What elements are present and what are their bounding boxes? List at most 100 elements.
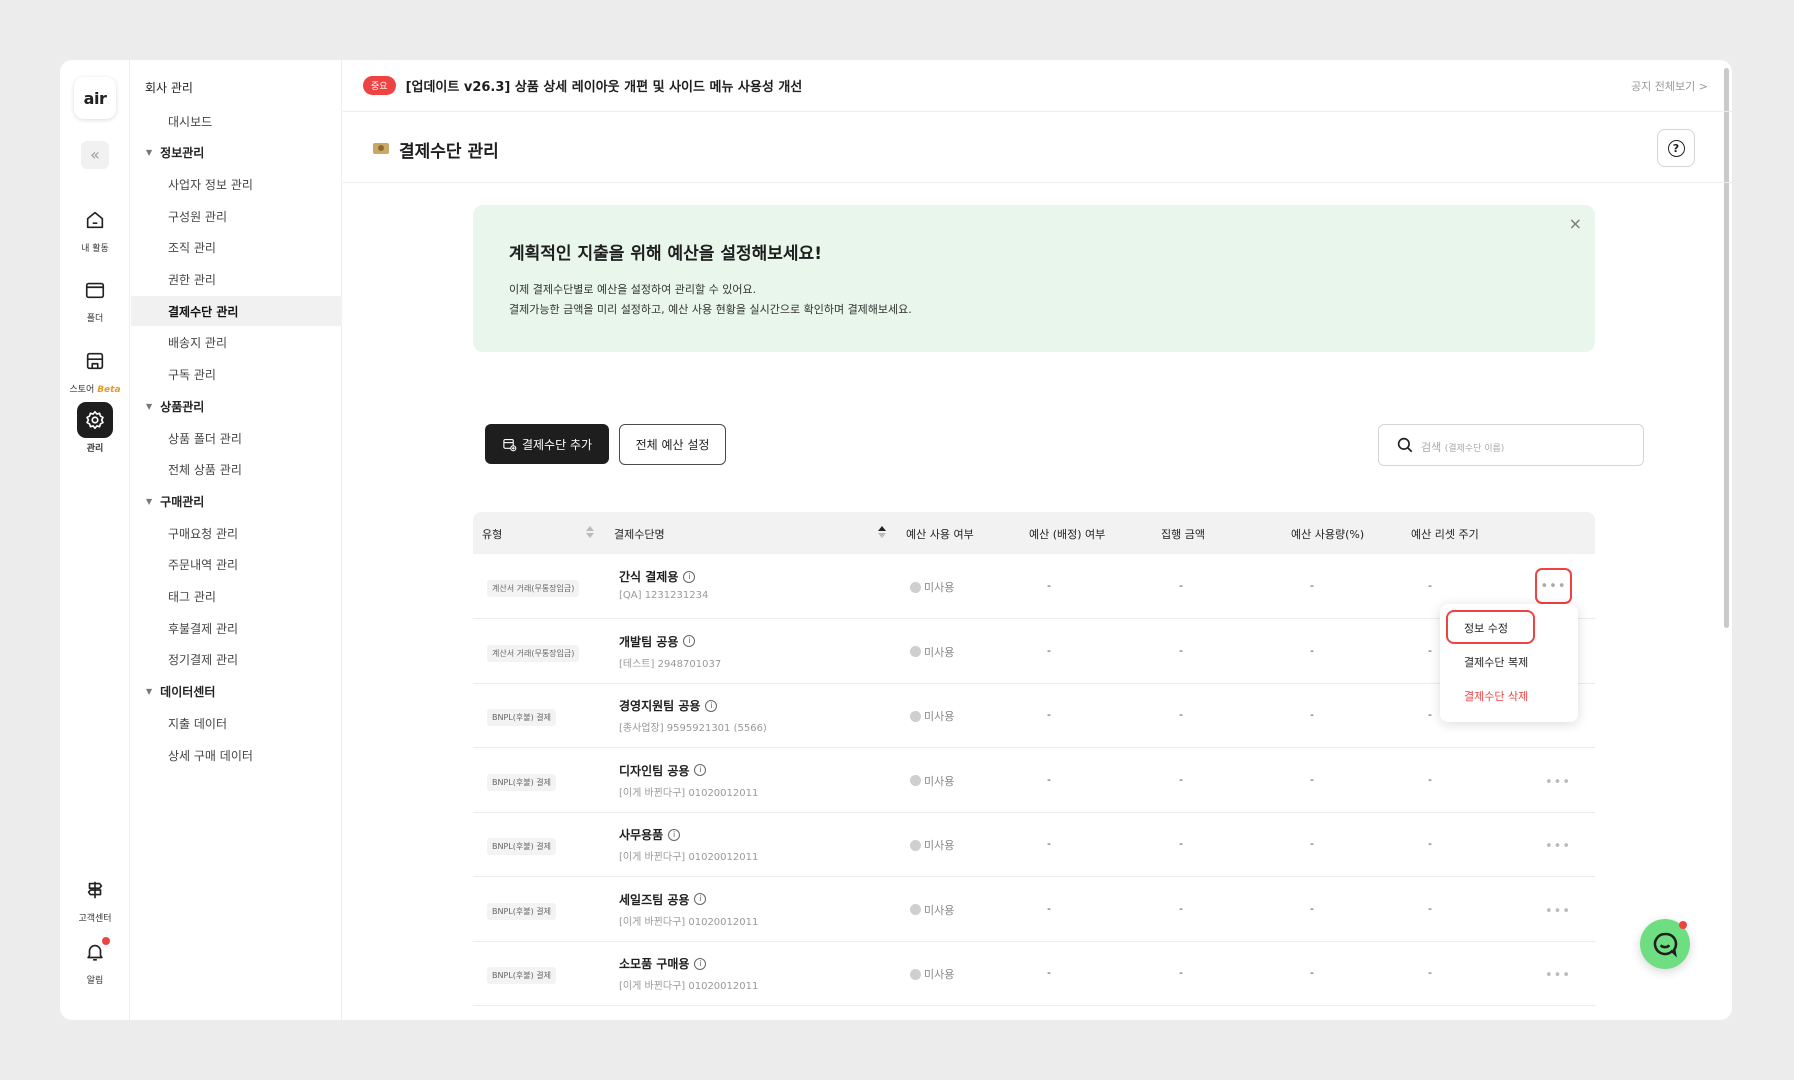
sidebar-item[interactable]: 결제수단 관리 <box>131 296 342 327</box>
rail-item-help-center[interactable]: 고객센터 <box>60 872 130 924</box>
sidebar-item-label: 구매관리 <box>160 494 205 509</box>
type-badge: 계산서 거래(무통장입금) <box>487 644 580 662</box>
cell-usage: - <box>1310 579 1314 592</box>
sidebar-item[interactable]: 전체 상품 관리 <box>131 455 342 485</box>
info-icon[interactable]: i <box>694 764 707 776</box>
budget-use-status: 미사용 <box>910 902 954 918</box>
notice-bar[interactable]: 중요 [업데이트 v26.3] 상품 상세 레이아웃 개편 및 사이드 메뉴 사… <box>343 60 1732 112</box>
table-row[interactable]: BNPL(후불) 결제 소모품 구매용 i [이게 바뀐다구] 01020012011… <box>473 941 1595 1006</box>
info-icon[interactable]: i <box>683 570 696 583</box>
sidebar-item[interactable]: 후불결제 관리 <box>131 613 342 643</box>
chat-button[interactable] <box>1640 919 1690 969</box>
cell-reset: - <box>1428 901 1432 915</box>
icon-rail: air « 내 활동 폴더 스토어 Beta 관리 고객센터 알림 <box>60 60 130 1020</box>
sidebar-item[interactable]: 배송지 관리 <box>131 328 342 358</box>
sidebar-item-label: 상세 구매 데이터 <box>168 748 253 763</box>
sidebar-item-label: 구매요청 관리 <box>168 526 239 541</box>
status-dot <box>910 646 921 657</box>
banner-text: 이제 결제수단별로 예산을 설정하여 관리할 수 있어요. <box>509 283 757 296</box>
payment-name: 디자인팀 공용 i <box>619 762 707 779</box>
page-title: 결제수단 관리 <box>399 142 499 162</box>
more-actions-icon[interactable]: ••• <box>1545 905 1571 918</box>
cell-amount: - <box>1179 579 1183 592</box>
status-dot <box>910 968 921 980</box>
rail-item-my-activity[interactable]: 내 활동 <box>60 202 130 254</box>
rail-item-store[interactable]: 스토어 Beta <box>60 343 130 395</box>
budget-use-status: 미사용 <box>910 579 954 595</box>
sidebar-item[interactable]: 대시보드 <box>131 106 342 136</box>
info-icon[interactable]: i <box>694 893 707 905</box>
info-icon[interactable]: i <box>683 635 696 647</box>
column-header-type: 유형 <box>482 528 503 541</box>
search-input[interactable]: 검색 (결제수단 이름) <box>1378 424 1644 466</box>
collapse-sidebar-icon[interactable]: « <box>81 141 109 169</box>
sidebar-item[interactable]: 구성원 관리 <box>131 201 342 231</box>
sidebar-item[interactable]: 권한 관리 <box>131 265 342 295</box>
menu-item-delete[interactable]: 결제수단 삭제 <box>1464 688 1528 704</box>
info-icon[interactable]: i <box>668 828 681 841</box>
table-row[interactable]: 계산서 거래(무통장입금) 개발팀 공용 i [테스트] 2948701037 미사용 -… <box>473 619 1595 684</box>
sidebar-title: 회사 관리 <box>145 81 193 95</box>
cell-usage: - <box>1310 708 1314 721</box>
add-payment-method-button[interactable]: 결제수단 추가 <box>485 424 609 464</box>
more-actions-icon[interactable]: ••• <box>1535 568 1572 604</box>
payment-name: 개발팀 공용 i <box>619 633 696 650</box>
set-total-budget-button[interactable]: 전체 예산 설정 <box>619 424 726 465</box>
sidebar-item[interactable]: 지출 데이터 <box>131 708 342 738</box>
sidebar-item[interactable]: 상품 폴더 관리 <box>131 423 342 453</box>
sidebar-item-label: 결제수단 관리 <box>168 304 239 319</box>
notice-text[interactable]: [업데이트 v26.3] 상품 상세 레이아웃 개편 및 사이드 메뉴 사용성 … <box>406 76 803 95</box>
budget-banner: 계획적인 지출을 위해 예산을 설정해보세요! 이제 결제수단별로 예산을 설정… <box>473 205 1595 352</box>
sidebar-item[interactable]: 구매요청 관리 <box>131 518 342 548</box>
more-actions-icon[interactable]: ••• <box>1545 969 1571 982</box>
menu-item-edit[interactable]: 정보 수정 <box>1464 620 1508 636</box>
rail-item-label: 관리 <box>86 444 104 454</box>
payment-name: 경영지원팀 공용 i <box>619 697 718 714</box>
sidebar-section[interactable]: ▼ 데이터센터 <box>131 677 342 707</box>
close-icon[interactable]: × <box>1569 214 1582 233</box>
sidebar-section[interactable]: ▼ 구매관리 <box>131 486 342 516</box>
payment-subtext: [이게 바뀐다구] 01020012011 <box>619 787 759 799</box>
column-header-usage: 예산 사용량(%) <box>1291 528 1365 541</box>
help-button[interactable]: ? <box>1657 129 1695 167</box>
more-actions-icon[interactable]: ••• <box>1545 776 1571 789</box>
more-actions-icon[interactable]: ••• <box>1545 840 1571 853</box>
cell-reset: - <box>1428 772 1432 786</box>
sidebar-item-label: 구성원 관리 <box>168 209 228 224</box>
info-icon[interactable]: i <box>705 699 718 712</box>
cell-usage: - <box>1310 772 1314 786</box>
sidebar-item-label: 권한 관리 <box>168 273 216 287</box>
table-row[interactable]: 계산서 거래(무통장입금) 간식 결제용 i [QA] 1231231234 미사용 - -… <box>473 554 1595 619</box>
table-row[interactable]: BNPL(후불) 결제 사무용품 i [이게 바뀐다구] 01020012011 미사용… <box>473 812 1595 877</box>
rail-item-folder[interactable]: 폴더 <box>60 272 130 324</box>
cell-amount: - <box>1179 966 1183 979</box>
column-header-budget-use: 예산 사용 여부 <box>906 528 974 541</box>
sidebar-item[interactable]: 상세 구매 데이터 <box>131 740 342 770</box>
cell-reset: - <box>1428 643 1432 657</box>
sidebar-item[interactable]: 주문내역 관리 <box>131 550 342 580</box>
sort-icon[interactable] <box>585 524 595 540</box>
rail-item-manage[interactable]: 관리 <box>60 402 130 454</box>
sidebar-item-label: 후불결제 관리 <box>168 621 239 636</box>
sidebar-item[interactable]: 구독 관리 <box>131 360 342 390</box>
cell-reset: - <box>1428 708 1432 721</box>
sidebar-item[interactable]: 사업자 정보 관리 <box>131 169 342 199</box>
sidebar-item[interactable]: 정기결제 관리 <box>131 645 342 675</box>
view-all-notices-link[interactable]: 공지 전체보기 > <box>1631 78 1708 94</box>
info-icon[interactable]: i <box>694 957 707 970</box>
sort-icon[interactable] <box>877 524 887 540</box>
sidebar-section[interactable]: ▼ 상품관리 <box>131 391 342 421</box>
table-row[interactable]: BNPL(후불) 결제 디자인팀 공용 i [이게 바뀐다구] 01020012011… <box>473 748 1595 813</box>
sidebar-item-label: 상품 폴더 관리 <box>168 431 242 446</box>
sidebar-item-label: 배송지 관리 <box>168 336 228 351</box>
sidebar-item[interactable]: 태그 관리 <box>131 582 342 612</box>
sidebar-item-label: 정보관리 <box>160 146 205 161</box>
menu-item-duplicate[interactable]: 결제수단 복제 <box>1464 654 1528 670</box>
table-row[interactable]: BNPL(후불) 결제 경영지원팀 공용 i [종사업장] 9595921301 (5… <box>473 683 1595 748</box>
column-header-amount: 집행 금액 <box>1161 528 1205 541</box>
rail-item-notifications[interactable]: 알림 <box>60 934 130 986</box>
air-logo[interactable]: air <box>74 77 116 119</box>
sidebar-section[interactable]: ▼ 정보관리 <box>131 138 342 168</box>
table-row[interactable]: BNPL(후불) 결제 세일즈팀 공용 i [이게 바뀐다구] 01020012011… <box>473 877 1595 942</box>
sidebar-item[interactable]: 조직 관리 <box>131 233 342 263</box>
